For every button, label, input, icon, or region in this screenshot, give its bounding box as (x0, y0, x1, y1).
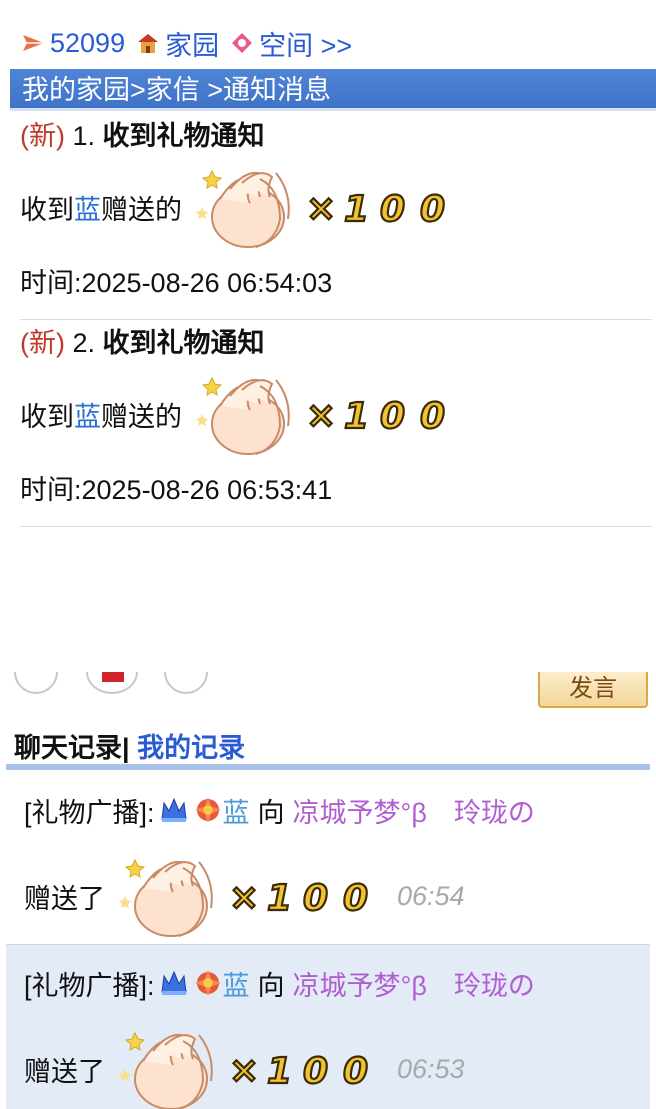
svg-text:×: × (229, 877, 259, 916)
clapping-hands-icon (190, 159, 302, 255)
sender-link[interactable]: 蓝 (74, 395, 101, 434)
svg-text:1: 1 (267, 1051, 292, 1089)
svg-text:1: 1 (344, 189, 369, 227)
multiplier: × 1 0 0 (227, 876, 383, 916)
notice-title-text: 收到礼物通知 (102, 121, 265, 151)
home-link[interactable]: 家园 (165, 24, 219, 63)
chat-message: [礼物广播]: 蓝 向 凉城予梦°β 玲珑の 赠送了 (6, 944, 650, 1109)
target-link[interactable]: 凉城予梦°β 玲珑の (293, 964, 535, 1003)
clapping-hands-icon (190, 366, 302, 462)
tab-my-records[interactable]: 我的记录 (137, 733, 245, 763)
diamond-icon (229, 30, 255, 56)
notice-index: 2. (72, 328, 96, 358)
sender-link[interactable]: 蓝 (74, 188, 101, 227)
top-nav: 52099 家园 空间 >> (20, 24, 352, 63)
house-icon (135, 30, 161, 56)
message-tag: [礼物广播]: (24, 797, 155, 828)
gift-line: 收到蓝赠送的 × 1 0 0 (20, 154, 652, 260)
gift-suffix: 赠送的 (101, 194, 182, 225)
gift-suffix: 赠送的 (101, 401, 182, 432)
action-text: 赠送了 (24, 883, 105, 914)
svg-text:0: 0 (303, 1051, 328, 1089)
chat-toolbar: 发言 (0, 672, 656, 712)
svg-text:×: × (306, 395, 336, 434)
points-link[interactable]: 52099 (50, 28, 125, 59)
multiplier: × 1 0 0 (304, 394, 460, 434)
chat-divider-bar (6, 764, 650, 770)
new-badge: (新) (20, 121, 65, 151)
divider (20, 319, 652, 320)
gift-line: 收到蓝赠送的 × 1 0 0 (20, 361, 652, 467)
clapping-hands-icon (113, 848, 225, 944)
svg-text:0: 0 (420, 396, 445, 434)
svg-text:0: 0 (380, 396, 405, 434)
clapping-hands-icon (113, 1021, 225, 1109)
gift-prefix: 收到 (20, 401, 74, 432)
message-time: 06:54 (397, 880, 465, 911)
multiplier: × 1 0 0 (227, 1049, 383, 1089)
svg-text:0: 0 (343, 1051, 368, 1089)
notice-item-cutoff (20, 530, 320, 542)
svg-text:1: 1 (344, 396, 369, 434)
sender-link[interactable]: 蓝 (223, 791, 250, 830)
svg-text:0: 0 (303, 878, 328, 916)
flower-badge-icon (193, 968, 223, 998)
notice-time: 时间:2025-08-26 06:53:41 (20, 475, 333, 505)
notice-item[interactable]: (新) 1. 收到礼物通知 收到蓝赠送的 × 1 0 0 时间:2025-08-… (20, 118, 652, 306)
emoji-button[interactable] (14, 672, 58, 694)
sender-link[interactable]: 蓝 (223, 964, 250, 1003)
message-header: [礼物广播]: 蓝 向 凉城予梦°β 玲珑の (24, 772, 650, 848)
notice-time: 时间:2025-08-26 06:54:03 (20, 268, 333, 298)
crown-icon (159, 795, 189, 825)
message-time: 06:53 (397, 1053, 465, 1084)
gift-prefix: 收到 (20, 194, 74, 225)
svg-text:1: 1 (267, 878, 292, 916)
send-button[interactable]: 发言 (538, 672, 648, 708)
svg-text:×: × (229, 1050, 259, 1089)
chat-tabs: 聊天记录| 我的记录 (14, 726, 245, 765)
notice-index: 1. (72, 121, 96, 151)
breadcrumb: 我的家园>家信 >通知消息 (10, 69, 656, 111)
notice-title[interactable]: (新) 1. 收到礼物通知 (20, 118, 652, 154)
svg-text:0: 0 (420, 189, 445, 227)
notice-item[interactable]: (新) 2. 收到礼物通知 收到蓝赠送的 × 1 0 0 时间:2025-08-… (20, 325, 652, 513)
target-link[interactable]: 凉城予梦°β 玲珑の (293, 791, 535, 830)
tab-chat-records[interactable]: 聊天记录| (14, 733, 130, 763)
message-body: 赠送了 × 1 0 0 06:53 (24, 1021, 650, 1109)
action-text: 赠送了 (24, 1056, 105, 1087)
space-link[interactable]: 空间 >> (259, 24, 352, 63)
new-badge: (新) (20, 328, 65, 358)
refresh-button[interactable] (164, 672, 208, 694)
multiplier: × 1 0 0 (304, 187, 460, 227)
chat-message: [礼物广播]: 蓝 向 凉城予梦°β 玲珑の 赠送了 (6, 772, 650, 944)
flower-badge-icon (193, 795, 223, 825)
verb-text: 向 (257, 970, 285, 1001)
message-header: [礼物广播]: 蓝 向 凉城予梦°β 玲珑の (24, 945, 650, 1021)
message-body: 赠送了 × 1 0 0 06:54 (24, 848, 650, 944)
svg-text:0: 0 (343, 878, 368, 916)
svg-text:0: 0 (380, 189, 405, 227)
svg-text:×: × (306, 188, 336, 227)
crown-icon (159, 968, 189, 998)
stop-button[interactable] (86, 672, 138, 694)
notice-title[interactable]: (新) 2. 收到礼物通知 (20, 325, 652, 361)
notice-title-text: 收到礼物通知 (102, 328, 265, 358)
verb-text: 向 (257, 797, 285, 828)
paper-plane-icon (20, 30, 46, 56)
divider (20, 526, 652, 527)
message-tag: [礼物广播]: (24, 970, 155, 1001)
